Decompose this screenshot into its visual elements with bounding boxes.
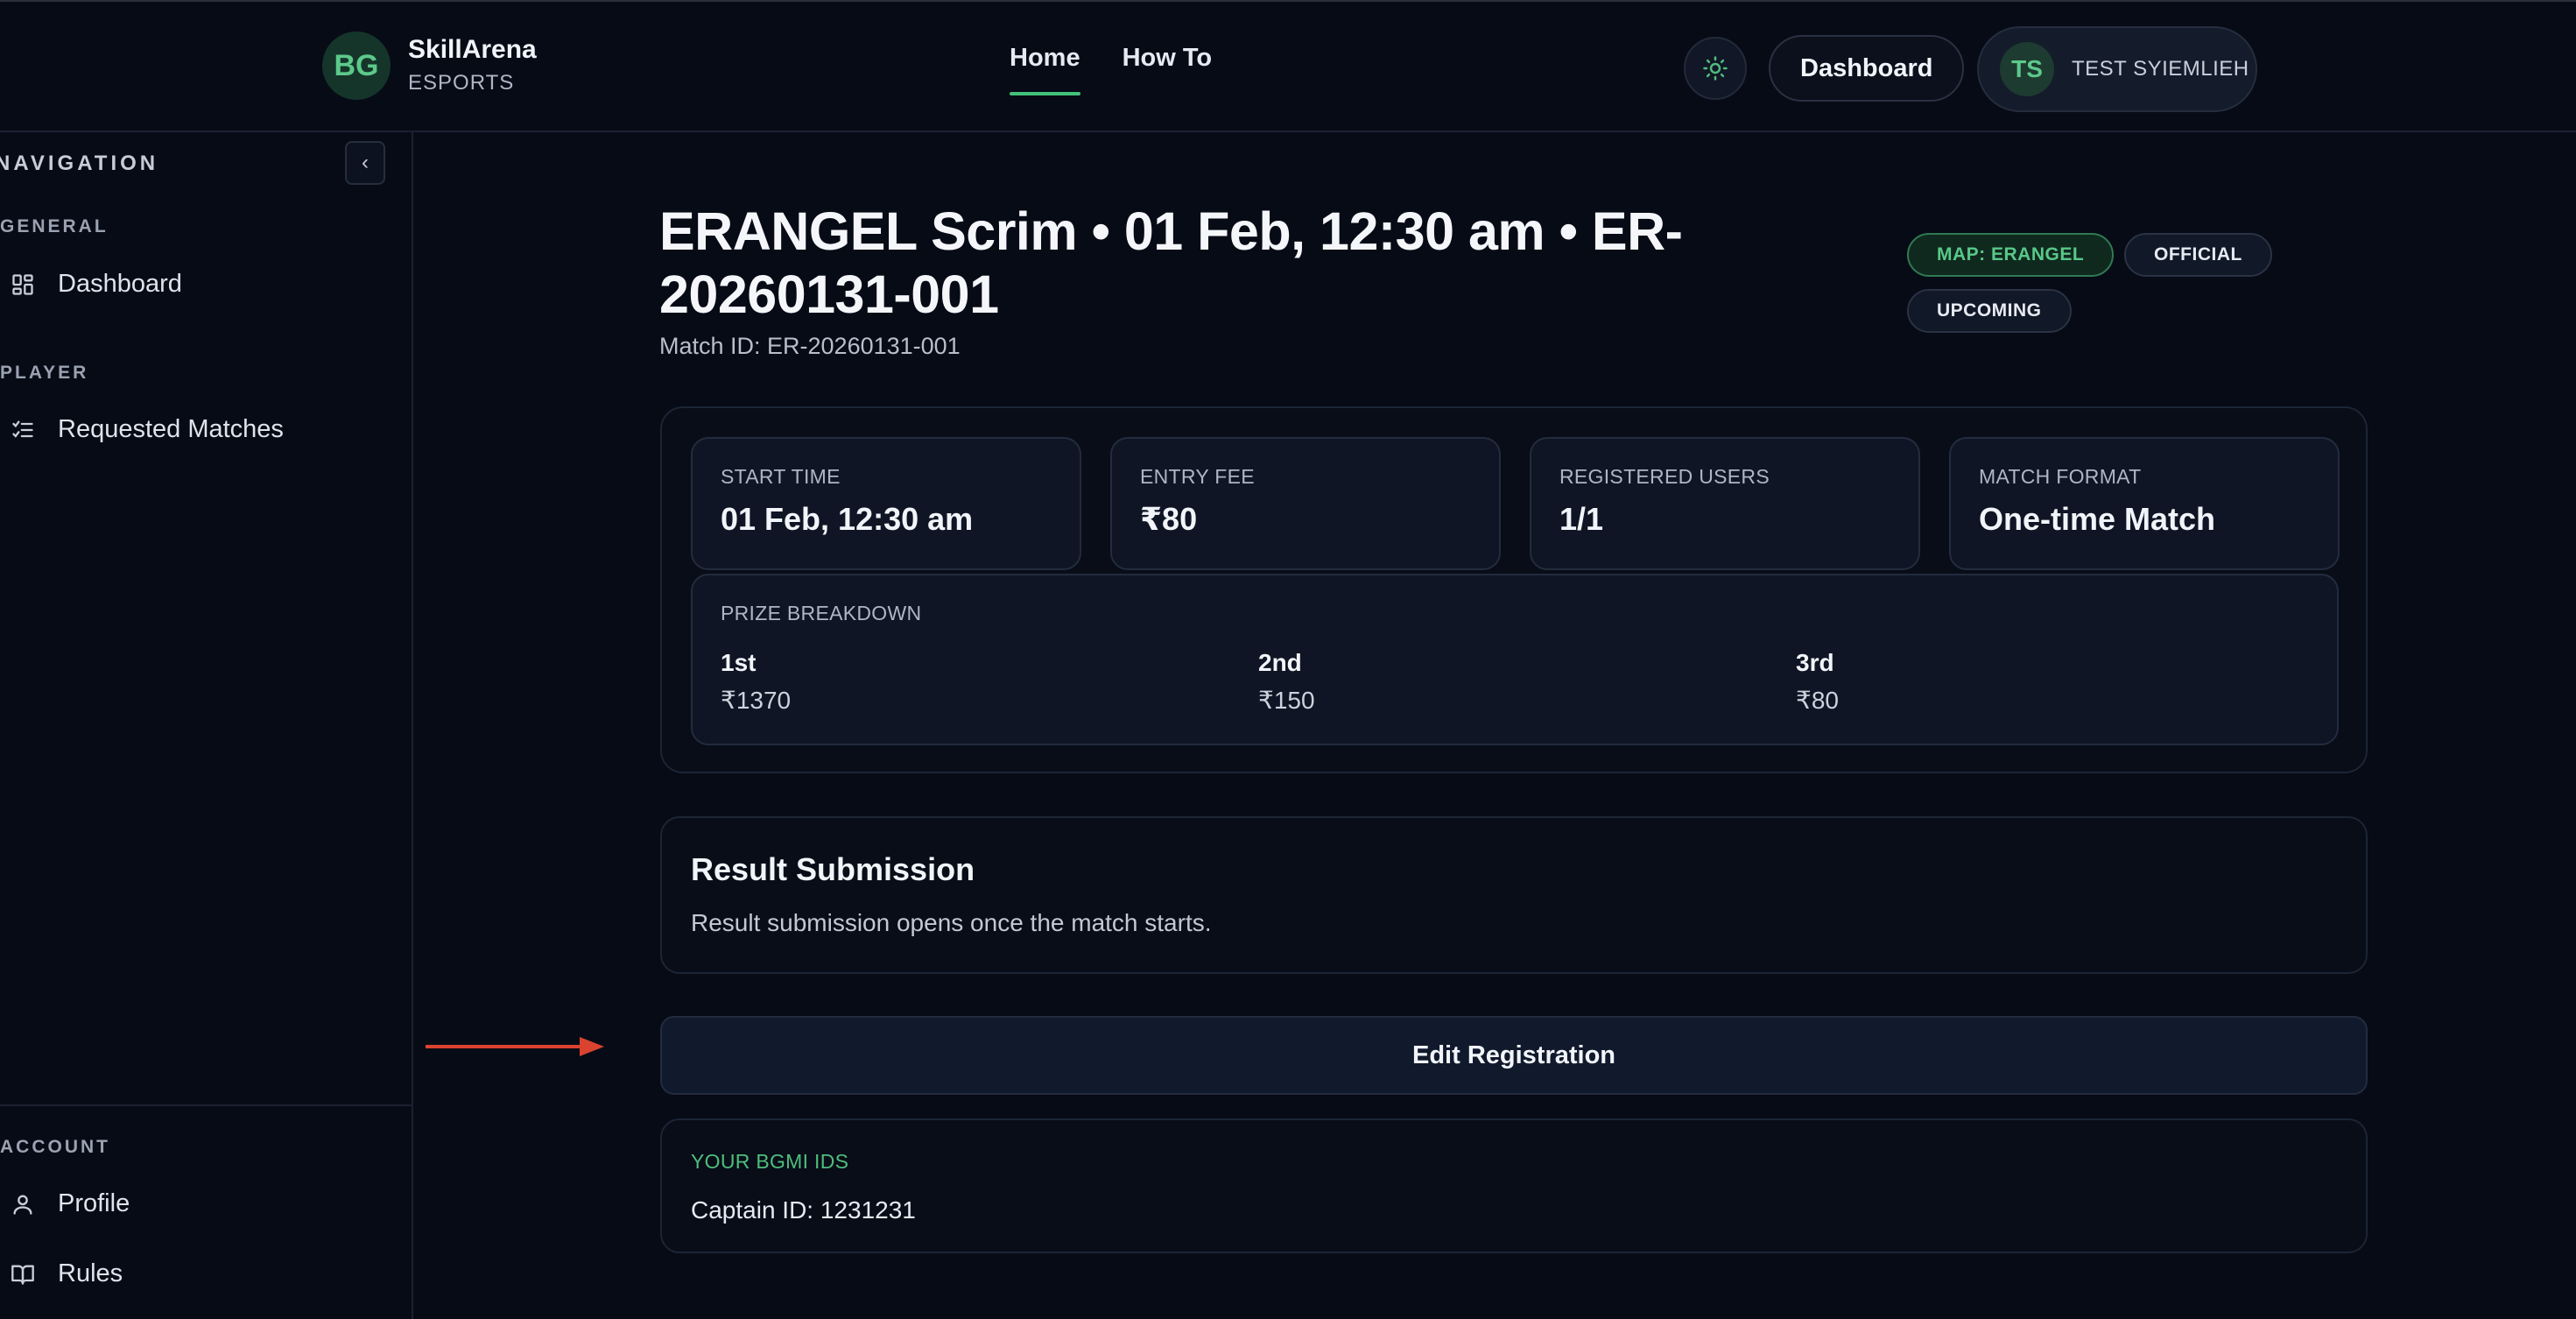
prize-amount: ₹150 [1258, 687, 1315, 714]
sidebar-item-label: Rules [58, 1259, 123, 1287]
sidebar-item-rules[interactable]: Rules [9, 1259, 123, 1288]
brand-name: SkillArena [408, 35, 537, 65]
bgmi-ids-label: YOUR BGMI IDS [691, 1150, 849, 1173]
sidebar-section-account: ACCOUNT [0, 1137, 110, 1157]
user-name: TEST SYIEMLIEH [2072, 57, 2249, 81]
brand-logo: BG [322, 32, 391, 100]
sidebar-section-general: GENERAL [0, 216, 109, 236]
brand-text: SkillArena ESPORTS [408, 35, 537, 96]
prize-amount: ₹1370 [721, 687, 792, 714]
dashboard-button[interactable]: Dashboard [1769, 35, 1965, 102]
sidebar-item-label: Dashboard [58, 270, 182, 298]
sun-icon [1703, 56, 1728, 81]
checklist-icon [9, 416, 37, 444]
status-badge: UPCOMING [1907, 289, 2072, 333]
prize-place: 3rd [1796, 649, 1834, 676]
stat-label: REGISTERED USERS [1559, 465, 1770, 488]
official-badge: OFFICIAL [2124, 233, 2272, 277]
arrow-annotation-icon [426, 1037, 604, 1056]
edit-registration-button[interactable]: Edit Registration [660, 1016, 2368, 1095]
brand[interactable]: BG SkillArena ESPORTS [322, 32, 537, 100]
prize-amount: ₹80 [1796, 687, 1839, 714]
captain-id: Captain ID: 1231231 [691, 1196, 916, 1224]
prize-place: 2nd [1258, 649, 1302, 676]
avatar: TS [2000, 42, 2054, 96]
stat-value: ₹80 [1140, 501, 1198, 537]
result-submission-card: Result Submission Result submission open… [660, 816, 2368, 974]
sidebar-item-dashboard[interactable]: Dashboard [9, 270, 182, 299]
sidebar-item-label: Profile [58, 1189, 130, 1217]
stat-value: One-time Match [1979, 501, 2216, 537]
sidebar-title: NAVIGATION [0, 152, 159, 175]
page: BG SkillArena ESPORTS Home How To Dashbo… [0, 0, 2576, 1319]
nav-how-to[interactable]: How To [1123, 44, 1213, 95]
prize-label: PRIZE BREAKDOWN [721, 602, 922, 624]
dashboard-grid-icon [9, 271, 37, 299]
prize-place: 1st [721, 649, 757, 676]
sidebar-divider [0, 1104, 412, 1106]
stat-value: 01 Feb, 12:30 am [721, 501, 974, 537]
bgmi-ids-card: YOUR BGMI IDS Captain ID: 1231231 [660, 1118, 2368, 1253]
prize-item-1st: 1st ₹1370 [721, 649, 791, 715]
top-header: BG SkillArena ESPORTS Home How To Dashbo… [0, 0, 2576, 132]
stat-start-time: START TIME 01 Feb, 12:30 am [691, 437, 1081, 570]
brand-subtitle: ESPORTS [408, 70, 515, 95]
collapse-sidebar-button[interactable]: ‹ [345, 141, 385, 185]
stat-label: START TIME [721, 465, 841, 488]
sidebar-item-profile[interactable]: Profile [9, 1189, 130, 1218]
result-text: Result submission opens once the match s… [691, 909, 1212, 936]
user-icon [9, 1190, 37, 1218]
result-title: Result Submission [691, 851, 975, 887]
sidebar-item-label: Requested Matches [58, 415, 284, 443]
match-id: Match ID: ER-20260131-001 [659, 333, 961, 359]
book-icon [9, 1260, 37, 1288]
sidebar: NAVIGATION ‹ GENERAL Dashboard PLAYER Re [0, 132, 413, 1319]
page-title: ERANGEL Scrim • 01 Feb, 12:30 am • ER-20… [659, 201, 1683, 324]
stat-registered-users: REGISTERED USERS 1/1 [1530, 437, 1920, 570]
stat-label: ENTRY FEE [1140, 465, 1255, 488]
map-badge: MAP: ERANGEL [1907, 233, 2115, 277]
prize-breakdown: PRIZE BREAKDOWN 1st ₹1370 2nd ₹150 3rd ₹… [691, 574, 2339, 745]
top-nav: Home How To [1010, 44, 1254, 95]
stat-match-format: MATCH FORMAT One-time Match [1949, 437, 2340, 570]
nav-home[interactable]: Home [1010, 44, 1080, 95]
prize-item-2nd: 2nd ₹150 [1258, 649, 1315, 715]
stat-value: 1/1 [1559, 501, 1604, 537]
stat-entry-fee: ENTRY FEE ₹80 [1110, 437, 1501, 570]
prize-item-3rd: 3rd ₹80 [1796, 649, 1839, 715]
match-info-panel: START TIME 01 Feb, 12:30 am ENTRY FEE ₹8… [660, 406, 2368, 773]
user-menu[interactable]: TS TEST SYIEMLIEH [1977, 26, 2257, 112]
theme-toggle-button[interactable] [1684, 37, 1747, 100]
sidebar-item-requested-matches[interactable]: Requested Matches [9, 415, 284, 444]
stat-label: MATCH FORMAT [1979, 465, 2142, 488]
sidebar-section-player: PLAYER [0, 363, 89, 383]
